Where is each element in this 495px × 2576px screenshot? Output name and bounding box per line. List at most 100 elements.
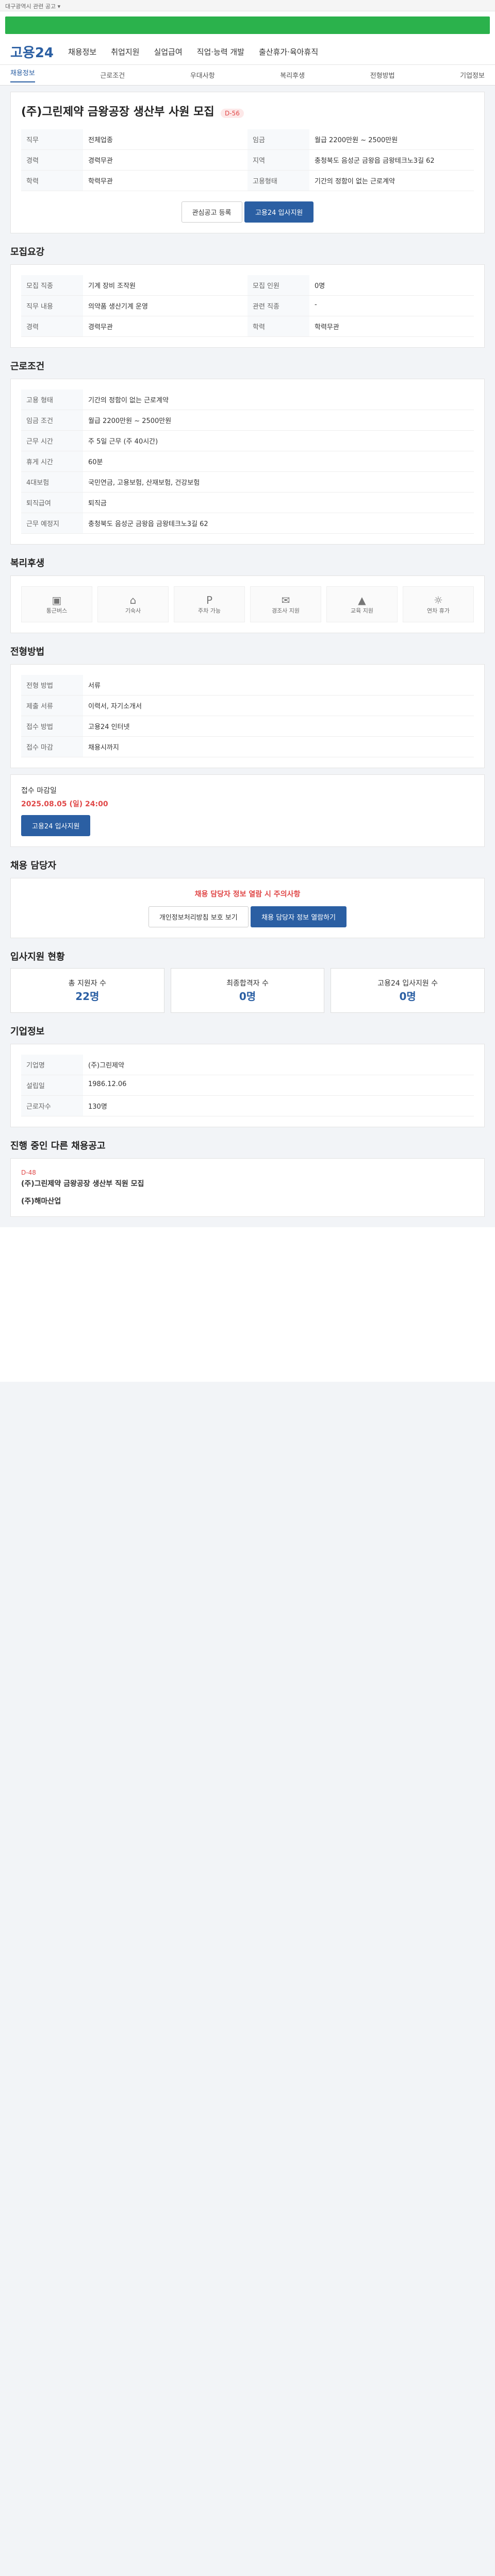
other-job-title[interactable]: (주)해마산업 bbox=[21, 1196, 474, 1206]
job-title: (주)그린제약 금왕공장 생산부 사원 모집 bbox=[21, 106, 214, 118]
section-title: 채용 담당자 bbox=[10, 860, 57, 871]
row-value: 국민연금, 고용보험, 산재보험, 건강보험 bbox=[88, 479, 200, 487]
brand-logo[interactable]: 고용24 bbox=[10, 42, 54, 61]
bus-icon: ▣ bbox=[52, 594, 62, 606]
row-value: 의약품 생산기계 운영 bbox=[88, 303, 148, 311]
status-label: 총 지원자 수 bbox=[68, 979, 106, 988]
footer bbox=[0, 1227, 495, 1382]
info-key: 직무 bbox=[21, 129, 83, 149]
other-job-title[interactable]: (주)그린제약 금왕공장 생산부 직원 모집 bbox=[21, 1178, 474, 1189]
menu-item[interactable]: 실업급여 bbox=[154, 46, 182, 57]
row-key: 임금 조건 bbox=[21, 410, 83, 430]
section-title: 기업정보 bbox=[10, 1026, 45, 1037]
other-job-dday: D-48 bbox=[21, 1169, 36, 1176]
row-key: 모집 직종 bbox=[21, 275, 83, 295]
row-value: 0명 bbox=[315, 282, 325, 290]
leave-icon: ☼ bbox=[434, 594, 443, 606]
section-title: 입사지원 현황 bbox=[10, 952, 65, 962]
benefit-label: 통근버스 bbox=[46, 607, 68, 614]
company-employees: 130명 bbox=[88, 1103, 107, 1111]
contact-card: 채용 담당자 정보 열람 시 주의사항 개인정보처리방침 보호 보기 채용 담당… bbox=[10, 878, 485, 938]
info-key: 경력 bbox=[21, 150, 83, 170]
apply-date-label: 접수 마감일 bbox=[21, 787, 57, 795]
benefit-item: P 주차 가능 bbox=[174, 586, 245, 622]
row-key: 직무 내용 bbox=[21, 296, 83, 316]
tab-item[interactable]: 전형방법 bbox=[370, 70, 395, 80]
benefit-label: 교육 지원 bbox=[351, 607, 373, 614]
section-title: 근로조건 bbox=[10, 361, 45, 372]
tab-item[interactable]: 우대사항 bbox=[190, 70, 215, 80]
tab-item[interactable]: 채용정보 bbox=[10, 67, 35, 82]
status-value: 22명 bbox=[75, 990, 100, 1003]
row-key: 근무 예정지 bbox=[21, 513, 83, 533]
row-key: 경력 bbox=[21, 316, 83, 336]
info-value: 기간의 정함이 없는 근로계약 bbox=[315, 178, 395, 185]
other-jobs-card: D-48 (주)그린제약 금왕공장 생산부 직원 모집 (주)해마산업 bbox=[10, 1158, 485, 1217]
benefit-item: ⌂ 기숙사 bbox=[97, 586, 169, 622]
status-card: 총 지원자 수 22명 bbox=[10, 968, 164, 1013]
row-key: 관련 직종 bbox=[248, 296, 309, 316]
info-key: 고용형태 bbox=[248, 171, 309, 191]
menu-item[interactable]: 직업·능력 개발 bbox=[197, 46, 244, 57]
info-key: 학력 bbox=[21, 171, 83, 191]
benefit-item: ▲ 교육 지원 bbox=[326, 586, 398, 622]
search-input[interactable] bbox=[5, 16, 490, 34]
row-value: 퇴직금 bbox=[88, 500, 107, 507]
info-value: 경력무관 bbox=[88, 157, 113, 165]
tab-item[interactable]: 복리후생 bbox=[280, 70, 305, 80]
job-info-grid: 직무 전체업종 임금 월급 2200만원 ~ 2500만원 경력 경력무관 지역 충청북… bbox=[21, 129, 474, 191]
row-key: 전형 방법 bbox=[21, 675, 83, 695]
row-key: 4대보험 bbox=[21, 472, 83, 492]
cap-icon: ▲ bbox=[358, 594, 366, 606]
row-key: 휴게 시간 bbox=[21, 451, 83, 471]
benefit-card: ▣ 통근버스 ⌂ 기숙사 P 주차 가능 ✉ 경조사 지원 ▲ 교육 지원 ☼ 연차 휴가 bbox=[10, 575, 485, 633]
recruit-card: 모집 직종 기계 장비 조작원 모집 인원 0명 직무 내용 의약품 생산기계 운영 … bbox=[10, 264, 485, 348]
status-label: 고용24 입사지원 수 bbox=[377, 979, 438, 988]
view-contact-button[interactable]: 채용 담당자 정보 열람하기 bbox=[251, 906, 347, 927]
status-value: 0명 bbox=[399, 990, 416, 1003]
info-value: 전체업종 bbox=[88, 137, 113, 144]
row-value: 학력무관 bbox=[315, 324, 339, 331]
benefit-label: 경조사 지원 bbox=[271, 607, 300, 614]
row-key: 기업명 bbox=[21, 1055, 83, 1075]
section-title: 복리후생 bbox=[10, 558, 45, 569]
contact-notice: 채용 담당자 정보 열람 시 주의사항 bbox=[194, 890, 301, 899]
menu-item[interactable]: 취업지원 bbox=[111, 46, 139, 57]
row-value: 60분 bbox=[88, 459, 103, 466]
row-key: 모집 인원 bbox=[248, 275, 309, 295]
privacy-button[interactable]: 개인정보처리방침 보호 보기 bbox=[148, 906, 249, 927]
row-value: 서류 bbox=[88, 682, 101, 690]
tab-item[interactable]: 근로조건 bbox=[100, 70, 125, 80]
main-header: 고용24 채용정보 취업지원 실업급여 직업·능력 개발 출산휴가·육아휴직 bbox=[0, 39, 495, 65]
tab-item[interactable]: 기업정보 bbox=[460, 70, 485, 80]
info-value: 월급 2200만원 ~ 2500만원 bbox=[315, 137, 398, 144]
row-key: 접수 방법 bbox=[21, 716, 83, 736]
benefit-label: 기숙사 bbox=[125, 607, 141, 614]
benefit-item: ▣ 통근버스 bbox=[21, 586, 92, 622]
company-established: 1986.12.06 bbox=[88, 1080, 127, 1088]
benefit-item: ☼ 연차 휴가 bbox=[403, 586, 474, 622]
top-strip: 대구광역시 관련 공고 ▾ bbox=[0, 0, 495, 11]
apply-date: 2025.08.05 (일) 24:00 bbox=[21, 800, 108, 808]
row-key: 퇴직급여 bbox=[21, 493, 83, 513]
status-card: 고용24 입사지원 수 0명 bbox=[331, 968, 485, 1013]
row-key: 설립일 bbox=[21, 1075, 83, 1095]
parking-icon: P bbox=[206, 594, 213, 606]
row-key: 근로자수 bbox=[21, 1096, 83, 1116]
status-cards: 총 지원자 수 22명 최종합격자 수 0명 고용24 입사지원 수 0명 bbox=[10, 968, 485, 1013]
row-value: - bbox=[315, 301, 317, 309]
apply-card: 접수 마감일 2025.08.05 (일) 24:00 고용24 입사지원 bbox=[10, 774, 485, 847]
apply-button[interactable]: 고용24 입사지원 bbox=[244, 201, 314, 223]
row-value: 기계 장비 조작원 bbox=[88, 282, 136, 290]
status-card: 최종합격자 수 0명 bbox=[170, 968, 325, 1013]
conditions-card: 고용 형태 기간의 정함이 없는 근로계약 임금 조건 월급 2200만원 ~ 25… bbox=[10, 379, 485, 545]
info-key: 임금 bbox=[248, 129, 309, 149]
search-bar bbox=[0, 11, 495, 39]
save-job-button[interactable]: 관심공고 등록 bbox=[181, 201, 242, 223]
apply-now-button[interactable]: 고용24 입사지원 bbox=[21, 815, 91, 836]
gift-icon: ✉ bbox=[281, 594, 290, 606]
menu-item[interactable]: 채용정보 bbox=[68, 46, 96, 57]
menu-item[interactable]: 출산휴가·육아휴직 bbox=[259, 46, 318, 57]
benefit-label: 연차 휴가 bbox=[427, 607, 450, 614]
row-key: 학력 bbox=[248, 316, 309, 336]
